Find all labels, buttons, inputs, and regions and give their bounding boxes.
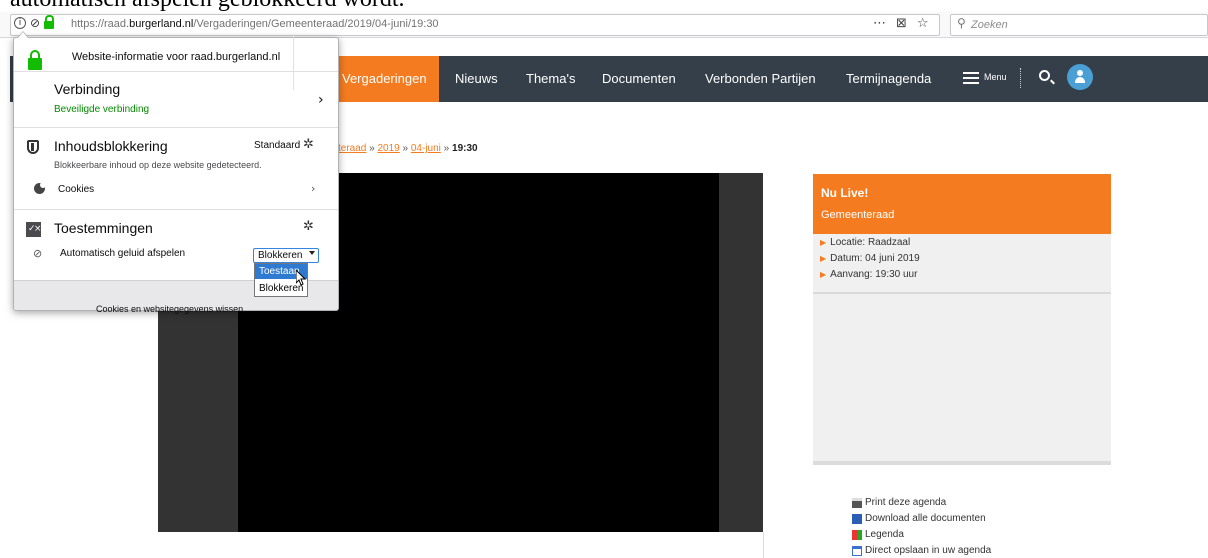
popup-arrow-fill: [18, 32, 28, 38]
permissions-icon: ✓ ×: [26, 222, 42, 237]
live-item-date: ▶ Datum: 04 juni 2019: [820, 253, 920, 264]
hamburger-menu-icon[interactable]: [963, 72, 979, 84]
breadcrumb-current: 19:30: [452, 143, 478, 154]
search-icon: ⚲: [957, 16, 966, 30]
shield-icon: [27, 140, 39, 154]
lock-icon: [28, 50, 42, 70]
permissions-title: Toestemmingen: [54, 220, 153, 236]
content-blocking-title: Inhoudsblokkering: [54, 138, 168, 154]
nav-item-nieuws[interactable]: Nieuws: [455, 56, 498, 102]
content-blocking-description: Blokkeerbare inhoud op deze website gede…: [54, 160, 262, 170]
page-actions-menu-icon[interactable]: ⋯: [873, 16, 886, 31]
nav-item-termijnagenda[interactable]: Termijnagenda: [846, 56, 931, 102]
live-subtitle: Gemeenteraad: [821, 209, 895, 221]
breadcrumb: teraad » 2019 » 04-juni » 19:30: [338, 143, 478, 154]
live-panel-header: [813, 174, 1111, 234]
mouse-cursor-icon: [296, 270, 306, 286]
connection-title: Verbinding: [54, 81, 121, 97]
url-text[interactable]: https://raad.burgerland.nl/Vergaderingen…: [71, 18, 439, 30]
panel-divider: [813, 292, 1111, 294]
chevron-right-icon[interactable]: ›: [311, 182, 315, 195]
cookies-label[interactable]: Cookies: [58, 184, 94, 195]
autoplay-blocked-icon[interactable]: ⊘: [30, 16, 40, 30]
breadcrumb-link-year[interactable]: 2019: [377, 143, 399, 154]
nav-item-verbonden-partijen[interactable]: Verbonden Partijen: [705, 56, 816, 102]
live-item-location: ▶ Locatie: Raadzaal: [820, 237, 911, 248]
nav-divider: [1020, 68, 1021, 88]
legend-icon: [852, 529, 862, 540]
floppy-disk-icon: [852, 513, 862, 524]
clear-cookies-button[interactable]: Cookies en websitegegevens wissen…: [96, 304, 252, 314]
gear-icon[interactable]: ✲: [303, 219, 314, 234]
connection-status: Beveiligde verbinding: [54, 104, 150, 115]
chevron-down-icon[interactable]: [309, 251, 315, 255]
legend-link[interactable]: Legenda: [852, 529, 904, 540]
download-documents-link[interactable]: Download alle documenten: [852, 513, 986, 524]
arrow-right-icon: ▶: [820, 270, 827, 279]
breadcrumb-link-date[interactable]: 04-juni: [411, 143, 441, 154]
live-item-start: ▶ Aanvang: 19:30 uur: [820, 269, 918, 280]
page-caption: automatisch afspelen geblokkeerd wordt.: [10, 0, 405, 11]
gear-icon[interactable]: ✲: [303, 137, 314, 152]
save-to-calendar-link[interactable]: Direct opslaan in uw agenda: [852, 545, 991, 556]
lock-icon[interactable]: [44, 15, 55, 29]
menu-label[interactable]: Menu: [984, 72, 1007, 82]
bookmark-star-icon[interactable]: ☆: [917, 16, 929, 31]
chevron-right-icon[interactable]: ›: [318, 92, 324, 108]
page-actions: ⋯ ⊠ ☆: [873, 16, 929, 31]
nav-item-vergaderingen[interactable]: Vergaderingen: [330, 56, 439, 102]
search-icon[interactable]: [1039, 70, 1050, 81]
live-title: Nu Live!: [821, 186, 869, 200]
autoplay-label: Automatisch geluid afspelen: [60, 248, 186, 259]
content-blocking-mode: Standaard: [254, 140, 301, 151]
popup-header: Website-informatie voor raad.burgerland.…: [14, 38, 338, 72]
calendar-icon: [852, 545, 862, 556]
nav-item-documenten[interactable]: Documenten: [602, 56, 676, 102]
cookie-icon: [34, 182, 46, 194]
panel-bottom-border: [813, 461, 1111, 465]
search-placeholder: Zoeken: [971, 19, 1008, 31]
autoplay-icon: ⊘: [33, 247, 43, 260]
arrow-right-icon: ▶: [820, 238, 827, 247]
pocket-icon[interactable]: ⊠: [896, 16, 907, 31]
user-icon[interactable]: [1067, 64, 1093, 90]
arrow-right-icon: ▶: [820, 254, 827, 263]
nav-item-themas[interactable]: Thema's: [526, 56, 575, 102]
connection-divider: [293, 34, 294, 90]
print-agenda-link[interactable]: Print deze agenda: [852, 497, 946, 508]
identity-icons[interactable]: i ⊘: [14, 15, 55, 30]
info-icon[interactable]: i: [14, 17, 26, 29]
breadcrumb-link-gemeenteraad[interactable]: teraad: [338, 143, 366, 154]
column-divider: [763, 532, 764, 558]
printer-icon: [852, 497, 862, 508]
